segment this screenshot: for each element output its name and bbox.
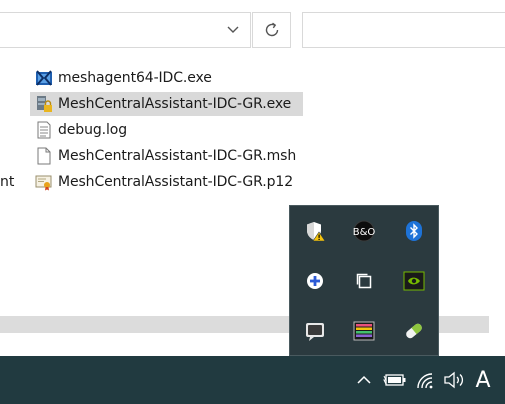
color-grid-icon [353, 321, 375, 341]
mesh-agent-icon [34, 68, 54, 88]
input-indicator-button[interactable]: A [470, 356, 496, 404]
battery-charging-icon [383, 374, 406, 386]
security-shield-warning-icon [307, 222, 326, 242]
file-row-msh[interactable]: MeshCentralAssistant-IDC-GR.msh [30, 144, 296, 168]
blank-file-icon [34, 146, 54, 166]
chevron-down-icon[interactable] [224, 22, 242, 38]
tray-item-color-grid[interactable] [340, 307, 388, 355]
tray-item-pill[interactable] [390, 307, 438, 355]
battery-button[interactable] [380, 356, 410, 404]
wifi-icon [417, 373, 433, 389]
bang-olufsen-icon: B&O [353, 220, 375, 242]
file-name: MeshCentralAssistant-IDC-GR.exe [58, 96, 292, 112]
truncated-column-text: nt [0, 174, 15, 190]
text-file-icon [34, 120, 54, 140]
file-row-meshagent[interactable]: meshagent64-IDC.exe [30, 66, 212, 90]
chevron-up-icon [357, 375, 371, 384]
tray-item-chat[interactable] [291, 307, 339, 355]
tray-item-bang-olufsen[interactable]: B&O [340, 207, 388, 255]
taskbar: A [0, 356, 505, 404]
speaker-icon [444, 371, 464, 389]
search-input[interactable] [302, 12, 505, 48]
refresh-icon [265, 22, 278, 37]
pill-icon [406, 323, 422, 339]
file-row-p12[interactable]: MeshCentralAssistant-IDC-GR.p12 [30, 170, 293, 194]
chat-bubble-icon [306, 323, 324, 341]
file-name: MeshCentralAssistant-IDC-GR.p12 [58, 174, 294, 190]
tray-overflow-popup: B&O [289, 205, 439, 356]
tray-item-nvidia[interactable] [390, 257, 438, 305]
tray-item-bluetooth[interactable] [390, 207, 438, 255]
mesh-assistant-icon [34, 94, 54, 114]
volume-button[interactable] [440, 356, 468, 404]
refresh-button[interactable] [252, 12, 291, 48]
mesh-plus-icon [307, 273, 323, 289]
address-input[interactable] [0, 12, 251, 48]
desktop-screen: nt meshagent64-IDC.exe MeshCentralAssist… [0, 0, 505, 404]
tray-item-security[interactable] [291, 207, 339, 255]
file-name: meshagent64-IDC.exe [58, 70, 212, 86]
show-hidden-icons-button[interactable] [352, 356, 376, 404]
certificate-icon [34, 172, 54, 192]
nvidia-icon [403, 271, 425, 291]
tray-item-copy[interactable] [340, 257, 388, 305]
tray-item-mesh-plus[interactable] [291, 257, 339, 305]
file-name: MeshCentralAssistant-IDC-GR.msh [58, 148, 297, 164]
bluetooth-icon [406, 221, 422, 241]
file-row-assistant-exe[interactable]: MeshCentralAssistant-IDC-GR.exe [30, 92, 304, 116]
file-name: debug.log [58, 122, 128, 138]
svg-text:B&O: B&O [353, 227, 375, 238]
file-row-debug-log[interactable]: debug.log [30, 118, 127, 142]
copy-windows-icon [356, 273, 372, 289]
network-button[interactable] [412, 356, 438, 404]
explorer-address-bar [0, 0, 505, 60]
input-indicator-label: A [475, 367, 491, 393]
